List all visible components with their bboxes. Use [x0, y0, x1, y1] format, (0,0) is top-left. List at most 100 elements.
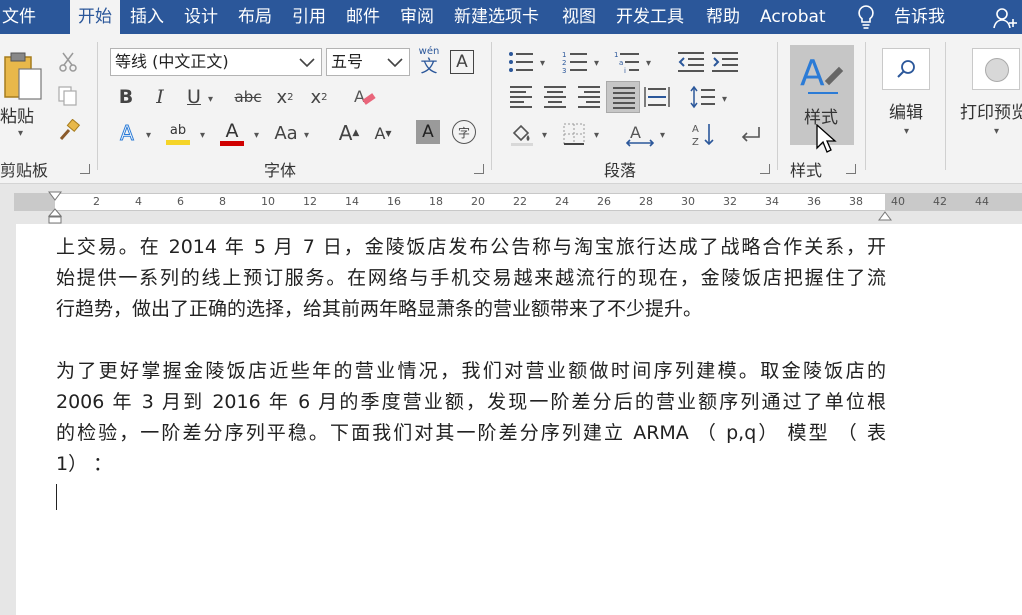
justify-button[interactable] [606, 81, 640, 113]
align-right-icon[interactable] [578, 86, 600, 108]
text-line: 为了更好掌握金陵饭店近些年的营业情况，我们对营业额做时间序列建模。取金陵饭店的 [56, 360, 886, 382]
shading-dropdown-icon[interactable]: ▾ [542, 130, 547, 141]
bold-button[interactable]: B [114, 84, 138, 110]
underline-dropdown-icon[interactable]: ▾ [208, 94, 213, 105]
sort-icon[interactable]: AZ [690, 120, 718, 148]
hanging-indent-marker[interactable] [47, 208, 63, 224]
print-preview-dropdown-icon[interactable]: ▾ [994, 126, 999, 137]
tab-review[interactable]: 审阅 [400, 0, 434, 34]
first-line-indent-marker[interactable] [48, 186, 62, 201]
phonetic-guide-button[interactable]: wén 文 [414, 46, 444, 78]
editing-dropdown-icon[interactable]: ▾ [904, 126, 909, 137]
show-marks-icon[interactable] [736, 120, 764, 148]
font-launcher-icon[interactable] [474, 164, 484, 174]
cut-icon[interactable] [56, 50, 80, 74]
highlight-dropdown-icon[interactable]: ▾ [200, 130, 205, 141]
grow-font-button[interactable]: A ▲ [336, 120, 362, 146]
horizontal-ruler[interactable]: 2 4 6 8 10 12 14 16 18 20 22 24 26 28 30 32 34 36 38 40 42 44 [0, 184, 1022, 224]
chinese-layout-dropdown-icon[interactable]: ▾ [660, 130, 665, 141]
decrease-indent-icon[interactable] [678, 50, 704, 74]
font-color-dropdown-icon[interactable]: ▾ [254, 130, 259, 141]
lightbulb-icon[interactable] [856, 4, 876, 30]
tab-acrobat[interactable]: Acrobat [760, 0, 826, 34]
tab-developer[interactable]: 开发工具 [616, 0, 684, 34]
clear-formatting-icon[interactable]: A [350, 84, 378, 110]
align-center-icon[interactable] [544, 86, 566, 108]
multilevel-list-icon[interactable]: 1ai [614, 50, 640, 74]
ruler-mark: 32 [723, 195, 737, 208]
tab-file[interactable]: 文件 [2, 0, 36, 34]
align-left-icon[interactable] [510, 86, 532, 108]
borders-icon[interactable] [562, 122, 586, 146]
line-spacing-icon[interactable] [690, 84, 716, 110]
paste-dropdown-icon[interactable]: ▾ [18, 128, 23, 139]
underline-button[interactable]: U [182, 84, 206, 110]
highlight-button[interactable]: ab [164, 118, 192, 148]
svg-text:1: 1 [614, 51, 618, 59]
tab-new[interactable]: 新建选项卡 [454, 0, 539, 34]
svg-text:2: 2 [562, 59, 566, 67]
shading-icon[interactable] [508, 120, 536, 148]
copy-icon[interactable] [56, 84, 80, 108]
font-name-value: 等线 (中文正文) [115, 52, 229, 71]
chevron-down-icon[interactable] [385, 49, 405, 83]
paragraph-1[interactable]: 上交易。在 2014 年 5 月 7 日，金陵饭店发布公告称与淘宝旅行达成了战略… [56, 232, 886, 325]
line-spacing-dropdown-icon[interactable]: ▾ [722, 94, 727, 105]
bullets-dropdown-icon[interactable]: ▾ [540, 58, 545, 69]
editing-button[interactable] [882, 48, 930, 90]
right-indent-marker[interactable] [878, 206, 892, 221]
format-painter-icon[interactable] [56, 118, 82, 144]
increase-indent-icon[interactable] [712, 50, 738, 74]
tab-layout[interactable]: 布局 [238, 0, 272, 34]
group-divider [97, 42, 98, 170]
tab-insert[interactable]: 插入 [130, 0, 164, 34]
text-effects-button[interactable]: A [114, 120, 140, 146]
print-preview-label[interactable]: 打印预览 [960, 98, 1022, 123]
font-size-combo[interactable]: 五号 [326, 48, 410, 76]
borders-dropdown-icon[interactable]: ▾ [594, 130, 599, 141]
styles-launcher-icon[interactable] [846, 164, 856, 174]
clipboard-launcher-icon[interactable] [80, 164, 90, 174]
distributed-icon[interactable] [644, 84, 670, 110]
paragraph-2[interactable]: 为了更好掌握金陵饭店近些年的营业情况，我们对营业额做时间序列建模。取金陵饭店的 … [56, 356, 886, 480]
numbering-dropdown-icon[interactable]: ▾ [594, 58, 599, 69]
share-user-icon[interactable] [992, 6, 1018, 30]
strikethrough-button[interactable]: abc [232, 84, 264, 110]
document-page[interactable]: 上交易。在 2014 年 5 月 7 日，金陵饭店发布公告称与淘宝旅行达成了战略… [16, 224, 1022, 615]
ruler-mark: 14 [345, 195, 359, 208]
superscript-button[interactable]: x2 [306, 84, 332, 110]
character-shading-button[interactable]: A [416, 120, 440, 144]
group-divider [865, 42, 866, 170]
font-name-combo[interactable]: 等线 (中文正文) [110, 48, 322, 76]
svg-text:A: A [354, 87, 365, 106]
italic-button[interactable]: I [148, 84, 172, 110]
print-preview-button[interactable] [972, 48, 1020, 90]
text-line: 的检验，一阶差分序列平稳。下面我们对其一阶差分序列建立 ARMA （ p,q） … [56, 422, 886, 444]
change-case-dropdown-icon[interactable]: ▾ [304, 130, 309, 141]
tab-references[interactable]: 引用 [292, 0, 326, 34]
editing-label[interactable]: 编辑 [889, 98, 923, 123]
tab-design[interactable]: 设计 [184, 0, 218, 34]
tell-me-search[interactable]: 告诉我 [894, 0, 945, 34]
chinese-layout-icon[interactable]: A [626, 120, 654, 148]
font-color-button[interactable]: A [218, 118, 246, 148]
paste-button[interactable] [0, 42, 46, 108]
enclose-characters-button[interactable]: 字 [452, 120, 476, 144]
bullets-icon[interactable] [508, 50, 534, 74]
tab-home[interactable]: 开始 [70, 0, 120, 34]
tab-mailings[interactable]: 邮件 [346, 0, 380, 34]
numbering-icon[interactable]: 123 [562, 50, 588, 74]
change-case-button[interactable]: Aa [270, 120, 302, 146]
subscript-button[interactable]: x2 [272, 84, 298, 110]
character-border-button[interactable]: A [450, 50, 474, 74]
shrink-font-button[interactable]: A ▼ [370, 120, 396, 146]
tab-view[interactable]: 视图 [562, 0, 596, 34]
highlight-color-bar [166, 139, 190, 145]
text-line: 2006 年 3 月到 2016 年 6 月的季度营业额，发现一阶差分后的营业额… [56, 391, 886, 413]
tab-help[interactable]: 帮助 [706, 0, 740, 34]
paragraph-launcher-icon[interactable] [760, 164, 770, 174]
multilevel-dropdown-icon[interactable]: ▾ [646, 58, 651, 69]
paste-label[interactable]: 粘贴 [0, 102, 34, 127]
text-effects-dropdown-icon[interactable]: ▾ [146, 130, 151, 141]
chevron-down-icon[interactable] [297, 49, 317, 83]
